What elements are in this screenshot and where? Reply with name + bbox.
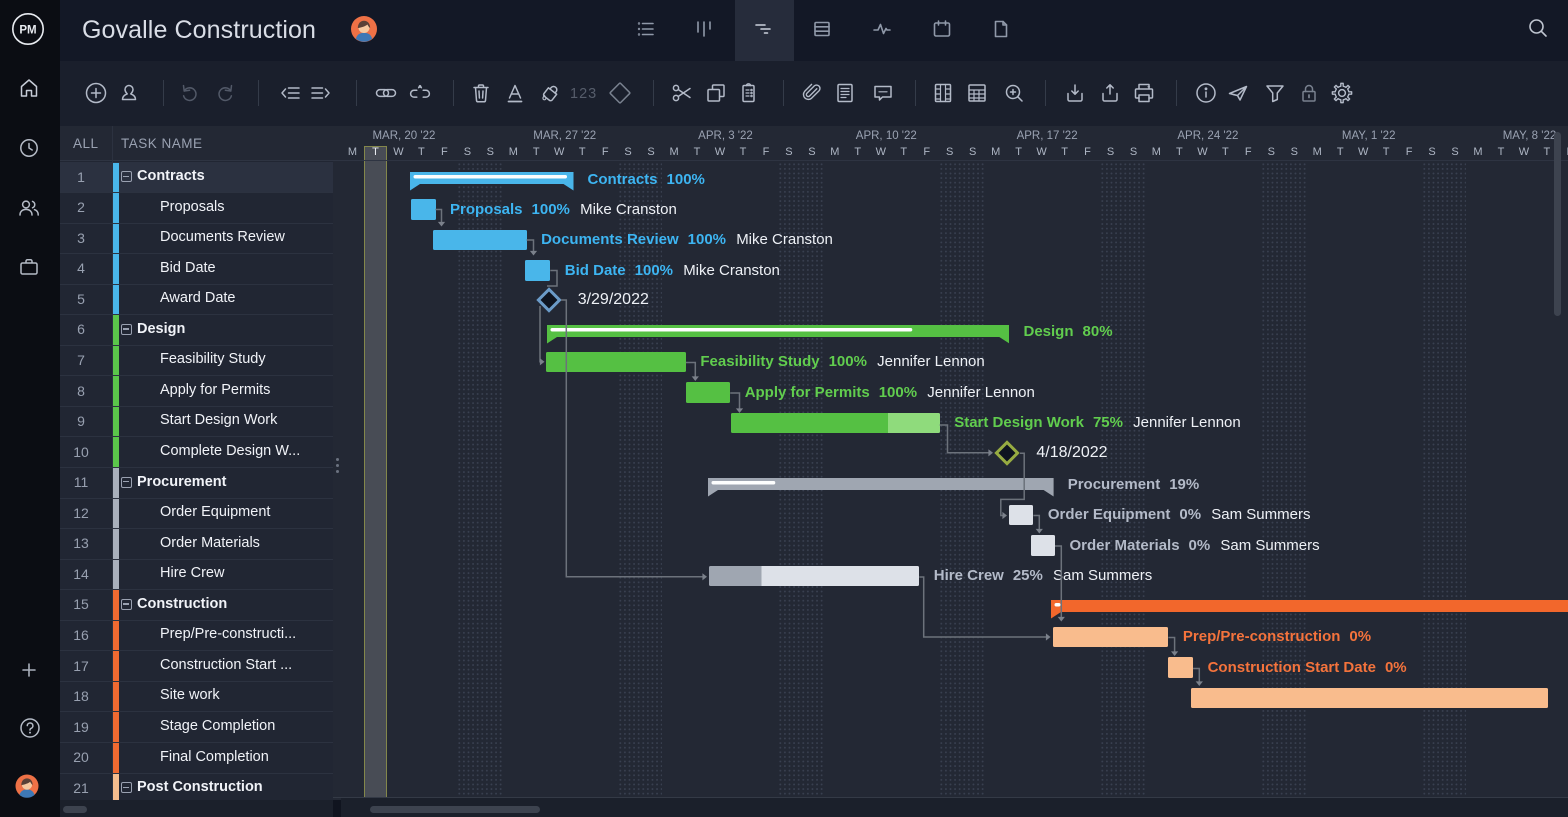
svg-text:PM: PM	[19, 25, 36, 37]
